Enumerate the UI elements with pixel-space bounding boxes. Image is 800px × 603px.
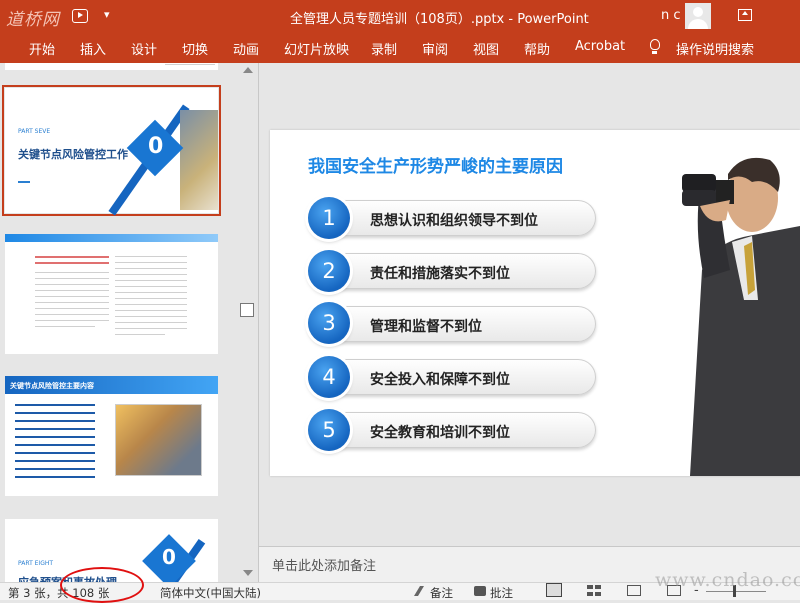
scroll-up-arrow-icon[interactable] [243, 67, 253, 73]
zoom-slider-track[interactable] [706, 591, 766, 592]
tab-record[interactable]: 录制 [371, 39, 397, 58]
reading-view-icon[interactable] [627, 585, 641, 596]
avatar[interactable] [685, 3, 711, 29]
comment-icon[interactable] [474, 586, 486, 596]
tab-slideshow[interactable]: 幻灯片放映 [284, 39, 349, 58]
lightbulb-icon[interactable] [650, 39, 660, 54]
reason-number-badge: 3 [308, 302, 350, 344]
reason-number-badge: 5 [308, 409, 350, 451]
site-watermark: www.cndao.com [655, 569, 800, 591]
reason-number-badge: 2 [308, 250, 350, 292]
tab-transitions[interactable]: 切换 [182, 39, 208, 58]
slide-thumbnail-1[interactable] [5, 63, 218, 70]
reason-text[interactable]: 安全教育和培训不到位 [370, 422, 510, 442]
slide-sorter-view-icon[interactable] [587, 585, 601, 596]
language-indicator[interactable]: 简体中文(中国大陆) [160, 585, 261, 601]
tab-view[interactable]: 视图 [473, 39, 499, 58]
slide-title[interactable]: 我国安全生产形势严峻的主要原因 [308, 152, 563, 177]
tab-acrobat[interactable]: Acrobat [575, 39, 625, 54]
reason-text[interactable]: 思想认识和组织领导不到位 [370, 210, 538, 230]
thumbnail-photo [115, 404, 202, 476]
annotation-red-ellipse [60, 567, 144, 603]
comments-button[interactable]: 批注 [490, 585, 513, 601]
thumbnail-number-second: 7 [149, 175, 159, 191]
reason-text[interactable]: 管理和监督不到位 [370, 316, 482, 336]
thumbnail-number: 0 [148, 134, 164, 159]
businessman-binoculars-image [682, 157, 800, 476]
thumbnail-photo [180, 110, 218, 210]
user-name[interactable]: n c [661, 8, 681, 23]
tab-animations[interactable]: 动画 [233, 39, 259, 58]
customize-qat-chevron-down-icon[interactable]: ▾ [104, 8, 110, 21]
reason-text[interactable]: 责任和措施落实不到位 [370, 263, 510, 283]
tab-help[interactable]: 帮助 [524, 39, 550, 58]
scroll-down-arrow-icon[interactable] [243, 570, 253, 576]
document-title: 全管理人员专题培训（108页）.pptx - PowerPoint [290, 12, 589, 27]
ribbon-tabs: 开始 插入 设计 切换 动画 幻灯片放映 录制 审阅 视图 帮助 Acrobat… [0, 32, 800, 63]
scrollbar-thumb[interactable] [240, 303, 254, 317]
decorative-dash [18, 181, 30, 183]
ribbon-display-options-icon[interactable] [738, 9, 752, 21]
tab-review[interactable]: 审阅 [422, 39, 448, 58]
thumbnail-title: 关键节点风险管控工作 [18, 148, 128, 161]
start-slideshow-icon[interactable] [72, 9, 88, 23]
tell-me-search[interactable]: 操作说明搜索 [676, 39, 754, 58]
reason-text[interactable]: 安全投入和保障不到位 [370, 369, 510, 389]
tab-home[interactable]: 开始 [29, 39, 55, 58]
site-logo: 道桥网 [6, 10, 60, 30]
tab-insert[interactable]: 插入 [80, 39, 106, 58]
reason-number-badge: 1 [308, 197, 350, 239]
reason-number-badge: 4 [308, 356, 350, 398]
notes-button[interactable]: 备注 [430, 585, 453, 601]
normal-view-icon[interactable] [546, 583, 562, 597]
thumbnail-number: 0 [162, 545, 176, 569]
slide-thumbnail-3[interactable] [5, 234, 218, 354]
thumbnail-title: 关键节点风险管控主要内容 [10, 382, 94, 390]
thumbnail-part-label: PART SEVE [18, 128, 51, 135]
tab-design[interactable]: 设计 [131, 39, 157, 58]
thumbnail-part-label: PART EIGHT [18, 560, 54, 567]
thumbnail-scrollbar[interactable] [239, 63, 256, 582]
notes-placeholder[interactable]: 单击此处添加备注 [272, 555, 376, 574]
